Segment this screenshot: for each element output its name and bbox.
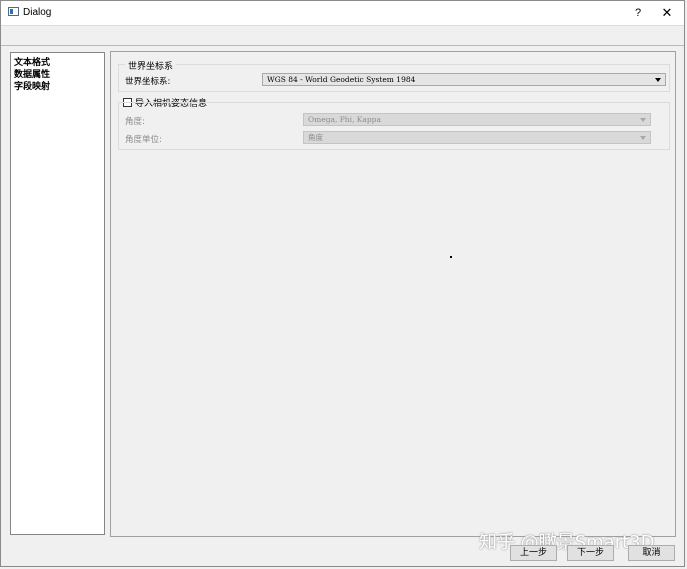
close-button[interactable]: ✕ xyxy=(656,4,678,22)
cancel-button[interactable]: 取消 xyxy=(628,545,675,561)
dialog-window: Dialog ? ✕ 文本格式 数据属性 字段映射 世界坐标系 世界坐标系: W… xyxy=(0,0,685,567)
app-icon xyxy=(8,7,19,16)
cursor-dot xyxy=(450,256,452,258)
world-crs-value: WGS 84 - World Geodetic System 1984 xyxy=(267,75,416,84)
angle-value: Omega, Phi, Kappa xyxy=(308,115,381,124)
sidebar: 文本格式 数据属性 字段映射 xyxy=(10,52,105,535)
chevron-down-icon xyxy=(655,78,661,82)
camera-pose-group: 角度: Omega, Phi, Kappa 角度单位: 角度 xyxy=(118,102,670,150)
angle-label: 角度: xyxy=(125,117,145,127)
angle-select[interactable]: Omega, Phi, Kappa xyxy=(303,113,651,126)
window-title: Dialog xyxy=(23,7,52,18)
world-crs-label: 世界坐标系: xyxy=(125,77,171,87)
chevron-down-icon xyxy=(640,118,646,122)
world-crs-group: 世界坐标系 世界坐标系: WGS 84 - World Geodetic Sys… xyxy=(118,59,670,92)
next-button[interactable]: 下一步 xyxy=(567,545,614,561)
angle-unit-label: 角度单位: xyxy=(125,135,162,145)
title-bar: Dialog ? ✕ xyxy=(1,1,684,26)
angle-unit-select[interactable]: 角度 xyxy=(303,131,651,144)
prev-button[interactable]: 上一步 xyxy=(510,545,557,561)
world-crs-select[interactable]: WGS 84 - World Geodetic System 1984 xyxy=(262,73,666,86)
angle-unit-value: 角度 xyxy=(308,133,323,142)
sidebar-item-field-mapping[interactable]: 字段映射 xyxy=(14,79,50,92)
header-area xyxy=(1,26,684,46)
world-crs-group-title: 世界坐标系 xyxy=(125,59,177,72)
help-button[interactable]: ? xyxy=(627,4,649,22)
content-panel: 世界坐标系 世界坐标系: WGS 84 - World Geodetic Sys… xyxy=(110,51,676,537)
chevron-down-icon xyxy=(640,136,646,140)
